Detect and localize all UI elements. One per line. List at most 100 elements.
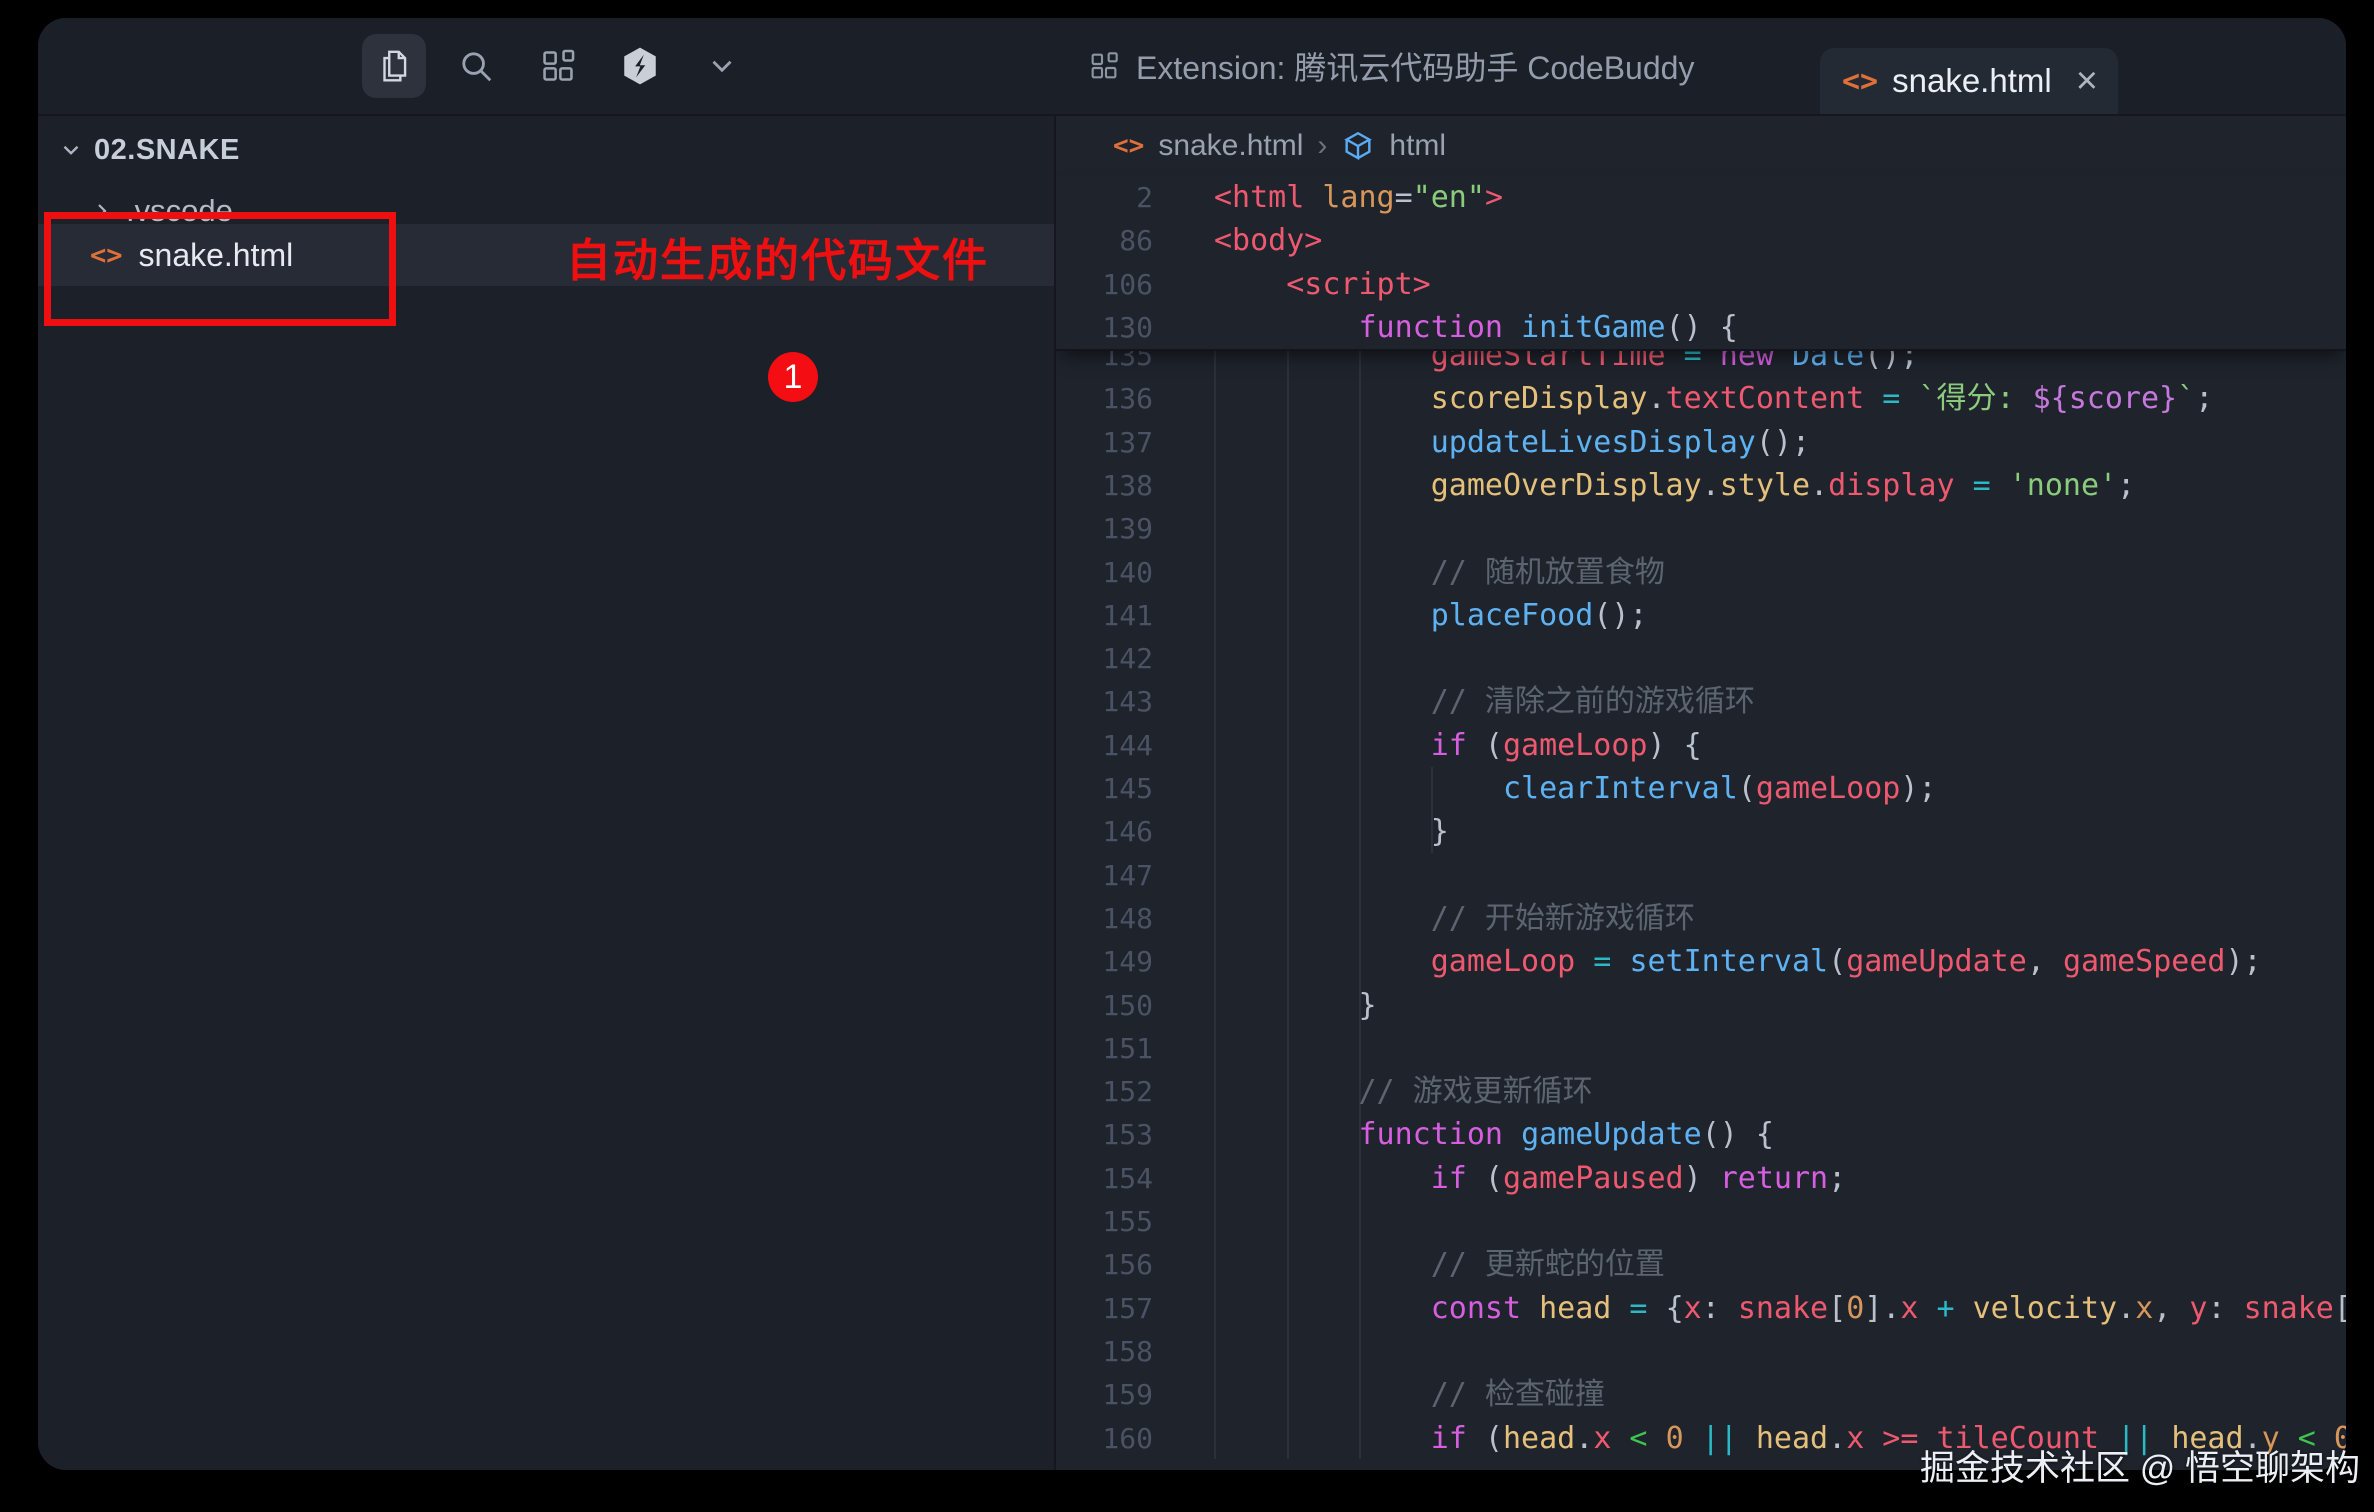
code-text: const head = {x: snake[0].x + velocity.x…: [1214, 1287, 2346, 1331]
line-number: 149: [1056, 940, 1153, 984]
code-line-157[interactable]: 157 const head = {x: snake[0].x + veloci…: [1056, 1287, 2346, 1331]
main-area: 02.SNAKE .vscode <> snake.html 自动生成的代码文件: [38, 114, 2346, 1470]
line-number: 157: [1056, 1287, 1153, 1331]
tab-label: snake.html: [1892, 62, 2052, 100]
code-text: if (gamePaused) return;: [1214, 1157, 1846, 1201]
line-number: 146: [1056, 810, 1153, 854]
code-line-147[interactable]: 147: [1056, 854, 2346, 898]
code-line-158[interactable]: 158: [1056, 1330, 2346, 1374]
code-text: // 检查碰撞: [1214, 1373, 1605, 1417]
explorer-button[interactable]: [362, 34, 426, 98]
breadcrumb[interactable]: <> snake.html › html: [1056, 116, 1446, 176]
code-line-86[interactable]: 86<body>: [1056, 219, 2346, 263]
breadcrumb-file[interactable]: snake.html: [1158, 129, 1303, 163]
codebuddy-logo-icon: [619, 45, 661, 87]
line-number: 130: [1056, 306, 1153, 350]
code-line-138[interactable]: 138 gameOverDisplay.style.display = 'non…: [1056, 464, 2346, 508]
code-line-142[interactable]: 142: [1056, 637, 2346, 681]
annotation-red-box: [44, 212, 396, 326]
line-number: 142: [1056, 637, 1153, 681]
search-button[interactable]: [444, 34, 508, 98]
workspace-name: 02.SNAKE: [94, 134, 240, 167]
title-bar: Extension: 腾讯云代码助手 CodeBuddy <> snake.ht…: [38, 18, 2346, 114]
code-line-2[interactable]: 2 <html lang="en">: [1056, 176, 2346, 220]
code-text: <script>: [1214, 263, 1431, 307]
chevron-down-icon: [705, 49, 739, 83]
code-text: scoreDisplay.textContent = `得分: ${score}…: [1214, 377, 2213, 421]
tab-close-icon[interactable]: ×: [2076, 62, 2098, 100]
window-title-text: Extension: 腾讯云代码助手 CodeBuddy: [1136, 43, 1694, 89]
code-line-141[interactable]: 141 placeFood();: [1056, 594, 2346, 638]
line-number: 137: [1056, 421, 1153, 465]
screenshot-canvas: Extension: 腾讯云代码助手 CodeBuddy <> snake.ht…: [0, 0, 2374, 1512]
code-line-145[interactable]: 145 clearInterval(gameLoop);: [1056, 767, 2346, 811]
code-line-150[interactable]: 150 }: [1056, 984, 2346, 1028]
line-number: 158: [1056, 1330, 1153, 1374]
code-line-149[interactable]: 149 gameLoop = setInterval(gameUpdate, g…: [1056, 940, 2346, 984]
explorer-section-header[interactable]: 02.SNAKE: [38, 124, 1054, 176]
line-number: 160: [1056, 1417, 1153, 1461]
code-line-152[interactable]: 152 // 游戏更新循环: [1056, 1070, 2346, 1114]
code-line-146[interactable]: 146 }: [1056, 810, 2346, 854]
code-line-153[interactable]: 153 function gameUpdate() {: [1056, 1113, 2346, 1157]
code-line-137[interactable]: 137 updateLivesDisplay();: [1056, 421, 2346, 465]
line-number: 159: [1056, 1373, 1153, 1417]
code-line-130[interactable]: 130 function initGame() {: [1056, 306, 2346, 350]
code-line-159[interactable]: 159 // 检查碰撞: [1056, 1373, 2346, 1417]
line-number: 155: [1056, 1200, 1153, 1244]
code-text: updateLivesDisplay();: [1214, 421, 1810, 465]
line-number: 139: [1056, 507, 1153, 551]
line-number: 136: [1056, 377, 1153, 421]
code-text: }: [1214, 984, 1377, 1028]
codebuddy-button[interactable]: [608, 34, 672, 98]
extensions-button[interactable]: [526, 34, 590, 98]
code-line-140[interactable]: 140 // 随机放置食物: [1056, 551, 2346, 595]
line-number: 106: [1056, 263, 1153, 307]
line-number: 151: [1056, 1027, 1153, 1071]
sticky-scroll[interactable]: 2<html lang="en">86<body>106 <script>130…: [1056, 176, 2346, 351]
code-line-156[interactable]: 156 // 更新蛇的位置: [1056, 1243, 2346, 1287]
code-line-144[interactable]: 144 if (gameLoop) {: [1056, 724, 2346, 768]
vscode-window: Extension: 腾讯云代码助手 CodeBuddy <> snake.ht…: [38, 18, 2346, 1470]
code-text: }: [1214, 810, 1449, 854]
extension-icon: [1088, 50, 1120, 82]
explorer-sidebar: 02.SNAKE .vscode <> snake.html 自动生成的代码文件: [38, 116, 1054, 1470]
code-line-154[interactable]: 154 if (gamePaused) return;: [1056, 1157, 2346, 1201]
code-text: function gameUpdate() {: [1214, 1113, 1774, 1157]
window-title: Extension: 腾讯云代码助手 CodeBuddy: [1088, 18, 1694, 114]
activity-bar: [362, 18, 754, 114]
code-text: // 开始新游戏循环: [1214, 897, 1695, 941]
breadcrumb-symbol[interactable]: html: [1389, 129, 1446, 163]
extensions-icon: [539, 47, 577, 85]
line-number: 145: [1056, 767, 1153, 811]
line-number: 156: [1056, 1243, 1153, 1287]
html-file-icon: <>: [1842, 64, 1878, 99]
code-line-151[interactable]: 151: [1056, 1027, 2346, 1071]
line-number: 144: [1056, 724, 1153, 768]
chevron-right-icon: ›: [1317, 129, 1327, 163]
line-number: 148: [1056, 897, 1153, 941]
code-text: function initGame() {: [1214, 306, 1738, 350]
code-line-143[interactable]: 143 // 清除之前的游戏循环: [1056, 680, 2346, 724]
code-text: <body>: [1214, 219, 1322, 263]
annotation-step-badge: 1: [768, 352, 818, 402]
code-line-136[interactable]: 136 scoreDisplay.textContent = `得分: ${sc…: [1056, 377, 2346, 421]
line-number: 141: [1056, 594, 1153, 638]
code-text: if (gameLoop) {: [1214, 724, 1702, 768]
search-icon: [457, 47, 495, 85]
line-number: 2: [1056, 176, 1153, 220]
watermark: 掘金技术社区 @ 悟空聊架构: [1920, 1440, 2360, 1491]
code-line-148[interactable]: 148 // 开始新游戏循环: [1056, 897, 2346, 941]
layout-chevron-button[interactable]: [690, 34, 754, 98]
code-line-155[interactable]: 155: [1056, 1200, 2346, 1244]
line-number: 143: [1056, 680, 1153, 724]
tab-snake-html[interactable]: <> snake.html ×: [1820, 48, 2118, 114]
line-number: 140: [1056, 551, 1153, 595]
code-line-106[interactable]: 106 <script>: [1056, 263, 2346, 307]
line-number: 152: [1056, 1070, 1153, 1114]
code-text: gameOverDisplay.style.display = 'none';: [1214, 464, 2135, 508]
code-line-139[interactable]: 139: [1056, 507, 2346, 551]
code-text: <html lang="en">: [1214, 176, 1503, 220]
code-text: placeFood();: [1214, 594, 1648, 638]
html-file-icon: <>: [1113, 131, 1144, 161]
